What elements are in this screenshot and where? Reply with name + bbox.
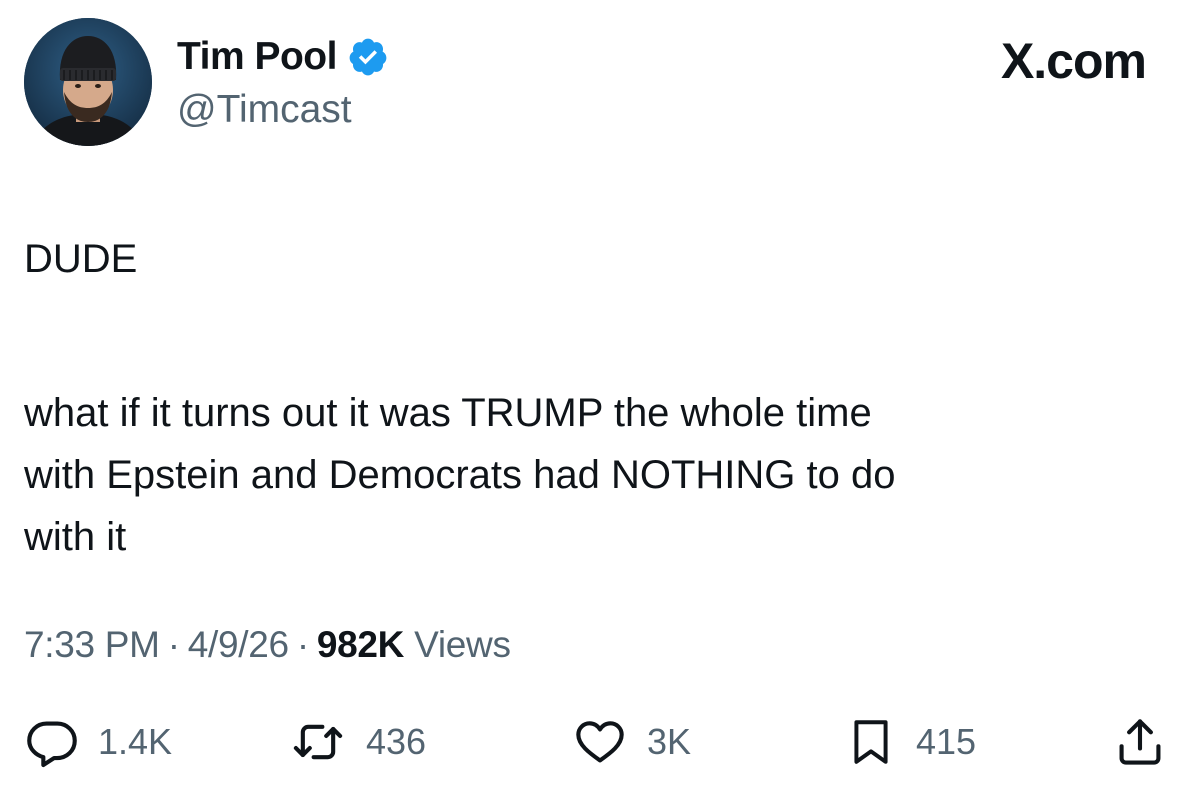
views-label: Views [414,624,511,665]
retweet-button[interactable]: 436 [290,710,426,774]
brand-text: X.com [1000,33,1147,89]
meta-separator: · [167,624,180,665]
bookmark-icon [854,720,888,764]
like-count: 3K [647,721,692,762]
retweet-count: 436 [366,721,427,762]
heart-icon [576,721,624,763]
display-name[interactable]: Tim Pool [177,35,337,79]
tweet-date[interactable]: 4/9/26 [188,624,289,666]
tweet-line: DUDE [24,237,138,281]
tweet-line: with it [24,515,127,559]
tweet-meta: 7:33 PM · 4/9/26 · 982K Views [24,624,511,666]
share-icon [1119,719,1161,765]
tweet-time[interactable]: 7:33 PM [24,624,160,666]
reply-button[interactable]: 1.4K [26,710,172,774]
bookmark-count: 415 [916,721,977,762]
reply-count: 1.4K [98,721,173,762]
action-bar: 1.4K 436 3K 415 [0,710,1200,774]
tweet-line: what if it turns out it was TRUMP the wh… [24,391,872,435]
author-name-row[interactable]: Tim Pool [177,34,389,80]
reply-icon [27,721,77,768]
retweet-icon [293,724,343,760]
tweet-spacer [24,290,1154,352]
bookmark-button[interactable]: 415 [846,710,976,774]
tweet-line: with Epstein and Democrats had NOTHING t… [24,453,896,497]
avatar[interactable] [24,18,152,146]
verified-badge-icon [349,38,387,76]
brand-logo: X.com [1000,32,1147,90]
tweet-card: Tim Pool @Timcast X.com DUDE what if it … [0,0,1200,793]
meta-separator: · [296,624,309,665]
views-count: 982K [316,624,405,665]
tweet-text: DUDE what if it turns out it was TRUMP t… [24,228,1154,568]
like-button[interactable]: 3K [573,710,691,774]
author-handle[interactable]: @Timcast [177,88,352,132]
share-button[interactable] [1114,710,1166,774]
avatar-image [24,18,152,146]
